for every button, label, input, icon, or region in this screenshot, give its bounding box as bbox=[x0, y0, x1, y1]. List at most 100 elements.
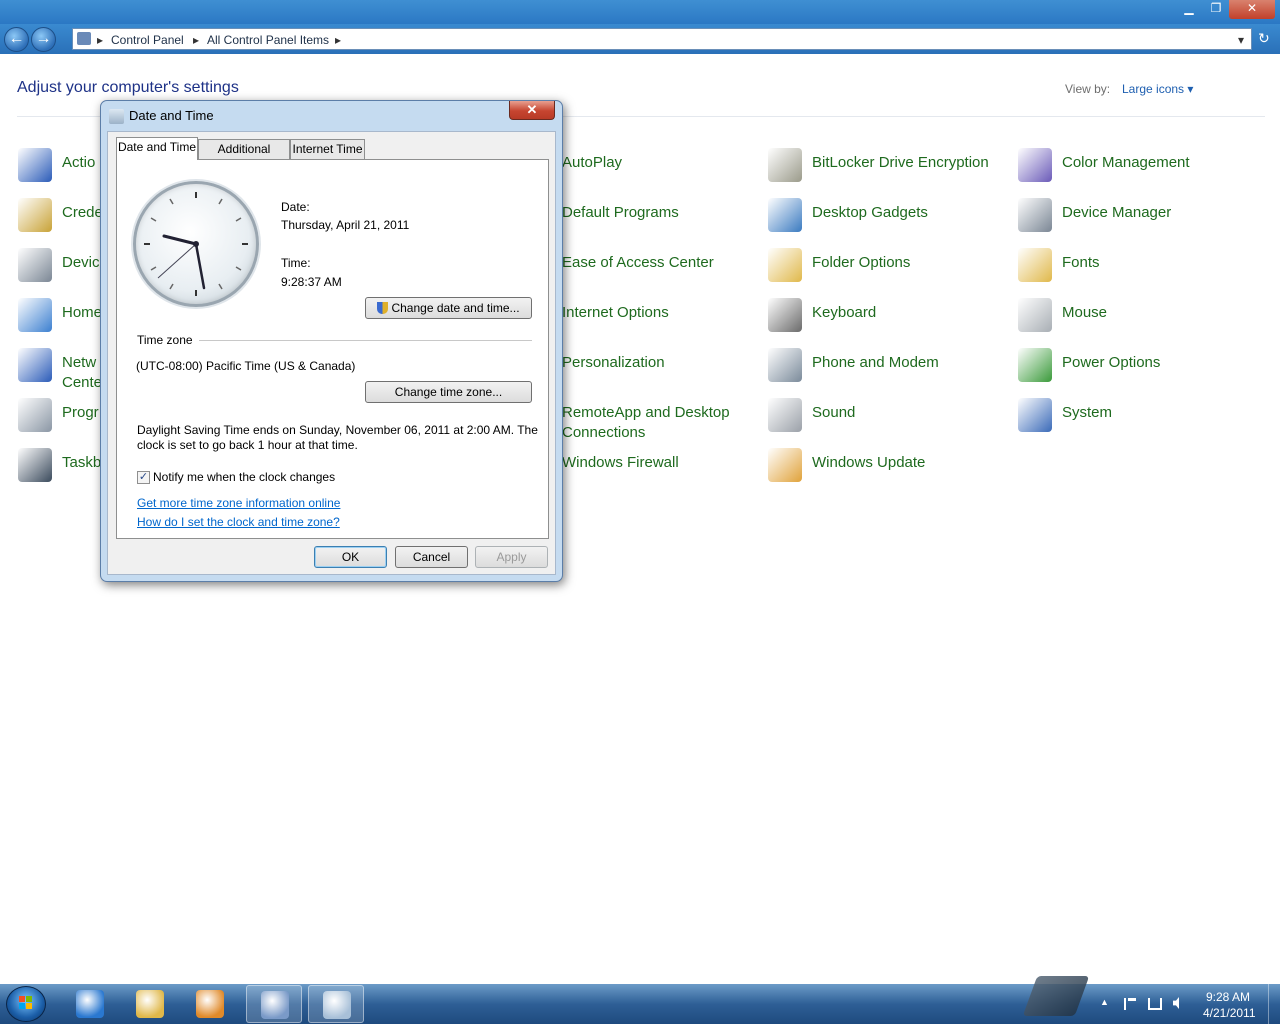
device-manager-icon bbox=[1018, 198, 1052, 232]
tab-date-and-time[interactable]: Date and Time bbox=[116, 137, 198, 160]
devices-and-printers-icon bbox=[18, 248, 52, 282]
breadcrumb-separator[interactable]: ▸ bbox=[335, 33, 341, 47]
control-panel-icon bbox=[261, 991, 289, 1019]
group-divider bbox=[199, 340, 532, 341]
dst-notice-line2: clock is set to go back 1 hour at that t… bbox=[137, 438, 358, 452]
cp-item-power-options[interactable]: Power Options bbox=[1018, 346, 1258, 386]
credential-manager-icon bbox=[18, 198, 52, 232]
breadcrumb-control-panel[interactable]: Control Panel bbox=[111, 33, 184, 47]
cp-item-keyboard[interactable]: Keyboard bbox=[768, 296, 1008, 336]
taskbar-button-internet-explorer[interactable] bbox=[62, 985, 118, 1023]
close-button[interactable]: ✕ bbox=[1229, 0, 1275, 19]
mouse-icon bbox=[1018, 298, 1052, 332]
cp-item-label: Color Management bbox=[1062, 154, 1190, 171]
network-and-sharing-center-icon bbox=[18, 348, 52, 382]
taskbar: ▲ 9:28 AM 4/21/2011 bbox=[0, 976, 1280, 1024]
dialog-title: Date and Time bbox=[129, 108, 214, 123]
notify-checkbox[interactable]: ✓ bbox=[137, 471, 150, 484]
date-label: Date: bbox=[281, 200, 310, 214]
start-button[interactable] bbox=[6, 986, 46, 1022]
dialog-close-button[interactable]: ✕ bbox=[509, 101, 555, 120]
tab-additional-clocks[interactable]: Additional Clocks bbox=[198, 139, 290, 174]
change-date-time-button[interactable]: Change date and time... bbox=[365, 297, 532, 319]
cp-item-label: Phone and Modem bbox=[812, 354, 939, 371]
programs-and-features-icon bbox=[18, 398, 52, 432]
address-field[interactable]: ▸ Control Panel ▸ All Control Panel Item… bbox=[72, 28, 1252, 50]
date-time-icon bbox=[323, 991, 351, 1019]
cp-item-label: Ease of Access Center bbox=[562, 254, 714, 271]
restore-button[interactable]: ❐ bbox=[1202, 0, 1230, 19]
date-value: Thursday, April 21, 2011 bbox=[281, 218, 410, 232]
cp-item-fonts[interactable]: Fonts bbox=[1018, 246, 1258, 286]
cp-item-system[interactable]: System bbox=[1018, 396, 1258, 436]
cp-item-device-manager[interactable]: Device Manager bbox=[1018, 196, 1258, 236]
window-titlebar: ▁ ❐ ✕ bbox=[0, 0, 1280, 24]
more-timezone-info-link[interactable]: Get more time zone information online bbox=[137, 496, 340, 510]
keyboard-icon bbox=[768, 298, 802, 332]
how-set-clock-link[interactable]: How do I set the clock and time zone? bbox=[137, 515, 340, 529]
taskbar-button-date-time[interactable] bbox=[308, 985, 364, 1023]
page-title: Adjust your computer's settings bbox=[17, 79, 239, 96]
cp-item-label: Windows Update bbox=[812, 454, 926, 471]
time-value: 9:28:37 AM bbox=[281, 275, 342, 289]
cp-item-label: Default Programs bbox=[562, 204, 679, 221]
date-time-icon bbox=[109, 109, 124, 124]
breadcrumb-separator[interactable]: ▸ bbox=[97, 33, 103, 47]
cp-item-windows-update[interactable]: Windows Update bbox=[768, 446, 1008, 486]
view-by-label: View by: bbox=[1065, 82, 1111, 96]
cp-item-label: Folder Options bbox=[812, 254, 911, 271]
cp-item-mouse[interactable]: Mouse bbox=[1018, 296, 1258, 336]
taskbar-button-windows-explorer[interactable] bbox=[122, 985, 178, 1023]
taskbar-and-start-menu-icon bbox=[18, 448, 52, 482]
forward-button[interactable]: → bbox=[31, 27, 56, 52]
volume-icon[interactable] bbox=[1173, 997, 1179, 1009]
breadcrumb-all-items[interactable]: All Control Panel Items bbox=[207, 33, 329, 47]
cancel-button[interactable]: Cancel bbox=[395, 546, 468, 568]
action-center-flag-icon[interactable] bbox=[1124, 998, 1136, 1010]
address-dropdown-icon[interactable]: ▾ bbox=[1238, 33, 1244, 47]
internet-explorer-icon bbox=[76, 990, 104, 1018]
network-icon[interactable] bbox=[1148, 998, 1162, 1010]
control-panel-icon bbox=[77, 32, 91, 45]
clock-time[interactable]: 9:28 AM bbox=[1206, 990, 1250, 1004]
change-timezone-button[interactable]: Change time zone... bbox=[365, 381, 532, 403]
minimize-button[interactable]: ▁ bbox=[1175, 0, 1203, 19]
notify-checkbox-label[interactable]: Notify me when the clock changes bbox=[153, 470, 335, 484]
windows-logo-icon bbox=[19, 996, 32, 1009]
system-icon bbox=[1018, 398, 1052, 432]
power-options-icon bbox=[1018, 348, 1052, 382]
show-desktop-button[interactable] bbox=[1268, 984, 1280, 1024]
apply-button[interactable]: Apply bbox=[475, 546, 548, 568]
cp-item-label: RemoteApp and Desktop Connections bbox=[562, 404, 730, 441]
breadcrumb-separator[interactable]: ▸ bbox=[193, 33, 199, 47]
dialog-body: Date and Time Additional Clocks Internet… bbox=[107, 131, 556, 575]
cp-item-label: Windows Firewall bbox=[562, 454, 679, 471]
timezone-value: (UTC-08:00) Pacific Time (US & Canada) bbox=[136, 359, 356, 373]
clock-date[interactable]: 4/21/2011 bbox=[1203, 1006, 1256, 1020]
refresh-icon[interactable]: ↻ bbox=[1258, 30, 1270, 47]
address-toolbar: ← → ▸ Control Panel ▸ All Control Panel … bbox=[0, 24, 1280, 54]
cp-item-folder-options[interactable]: Folder Options bbox=[768, 246, 1008, 286]
taskbar-button-control-panel[interactable] bbox=[246, 985, 302, 1023]
ok-button[interactable]: OK bbox=[314, 546, 387, 568]
tab-internet-time[interactable]: Internet Time bbox=[290, 139, 365, 159]
cp-item-sound[interactable]: Sound bbox=[768, 396, 1008, 436]
time-label: Time: bbox=[281, 256, 311, 270]
cp-item-label: Power Options bbox=[1062, 354, 1161, 371]
cp-item-label: Internet Options bbox=[562, 304, 669, 321]
cp-item-label: Sound bbox=[812, 404, 856, 421]
dst-notice-line1: Daylight Saving Time ends on Sunday, Nov… bbox=[137, 423, 538, 437]
back-button[interactable]: ← bbox=[4, 27, 29, 52]
cp-item-label: Desktop Gadgets bbox=[812, 204, 928, 221]
cp-item-color-management[interactable]: Color Management bbox=[1018, 146, 1258, 186]
cp-item-desktop-gadgets[interactable]: Desktop Gadgets bbox=[768, 196, 1008, 236]
cp-item-bitlocker-drive-encryption[interactable]: BitLocker Drive Encryption bbox=[768, 146, 1008, 186]
taskbar-button-media-player[interactable] bbox=[182, 985, 238, 1023]
action-center-icon bbox=[18, 148, 52, 182]
cp-item-label: Personalization bbox=[562, 354, 665, 371]
cp-item-phone-and-modem[interactable]: Phone and Modem bbox=[768, 346, 1008, 386]
show-hidden-icons-button[interactable]: ▲ bbox=[1100, 997, 1109, 1007]
cp-item-label: Keyboard bbox=[812, 304, 877, 321]
bitlocker-drive-encryption-icon bbox=[768, 148, 802, 182]
view-by-dropdown[interactable]: Large icons ▾ bbox=[1122, 82, 1193, 96]
